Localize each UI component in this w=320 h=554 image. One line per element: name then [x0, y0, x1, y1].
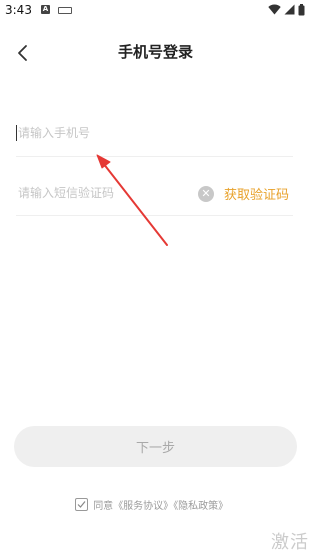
get-code-button[interactable]: 获取验证码: [224, 184, 289, 203]
sms-code-field: ✕ 获取验证码: [16, 172, 293, 216]
page-title: 手机号登录: [117, 43, 193, 61]
signal-icon: [284, 4, 295, 15]
agree-checkbox[interactable]: [75, 498, 88, 511]
keyboard-icon: [58, 7, 72, 14]
agreement-row: 同意《服务协议》《隐私政策》: [75, 497, 228, 513]
checkmark-icon: [77, 501, 86, 508]
agreement-prefix: 同意: [93, 501, 114, 512]
annotation-arrow: [96, 154, 168, 246]
service-agreement-link[interactable]: 《服务协议》: [113, 501, 173, 512]
privacy-policy-link[interactable]: 《隐私政策》: [173, 501, 228, 512]
battery-icon: [298, 4, 305, 16]
status-icons: [265, 4, 305, 16]
status-time: 3:43: [5, 3, 32, 17]
clear-button[interactable]: ✕: [198, 186, 214, 202]
watermark: 激活: [271, 532, 309, 553]
wifi-icon: [268, 4, 281, 15]
sms-code-input[interactable]: [16, 182, 198, 204]
phone-field: [16, 112, 293, 157]
close-icon: ✕: [201, 187, 211, 200]
text-caret: [16, 125, 17, 141]
phone-input[interactable]: [16, 122, 198, 144]
notification-a-icon: A: [41, 5, 50, 14]
next-button[interactable]: 下一步: [14, 426, 297, 467]
status-bar: 3:43 A: [0, 0, 311, 22]
